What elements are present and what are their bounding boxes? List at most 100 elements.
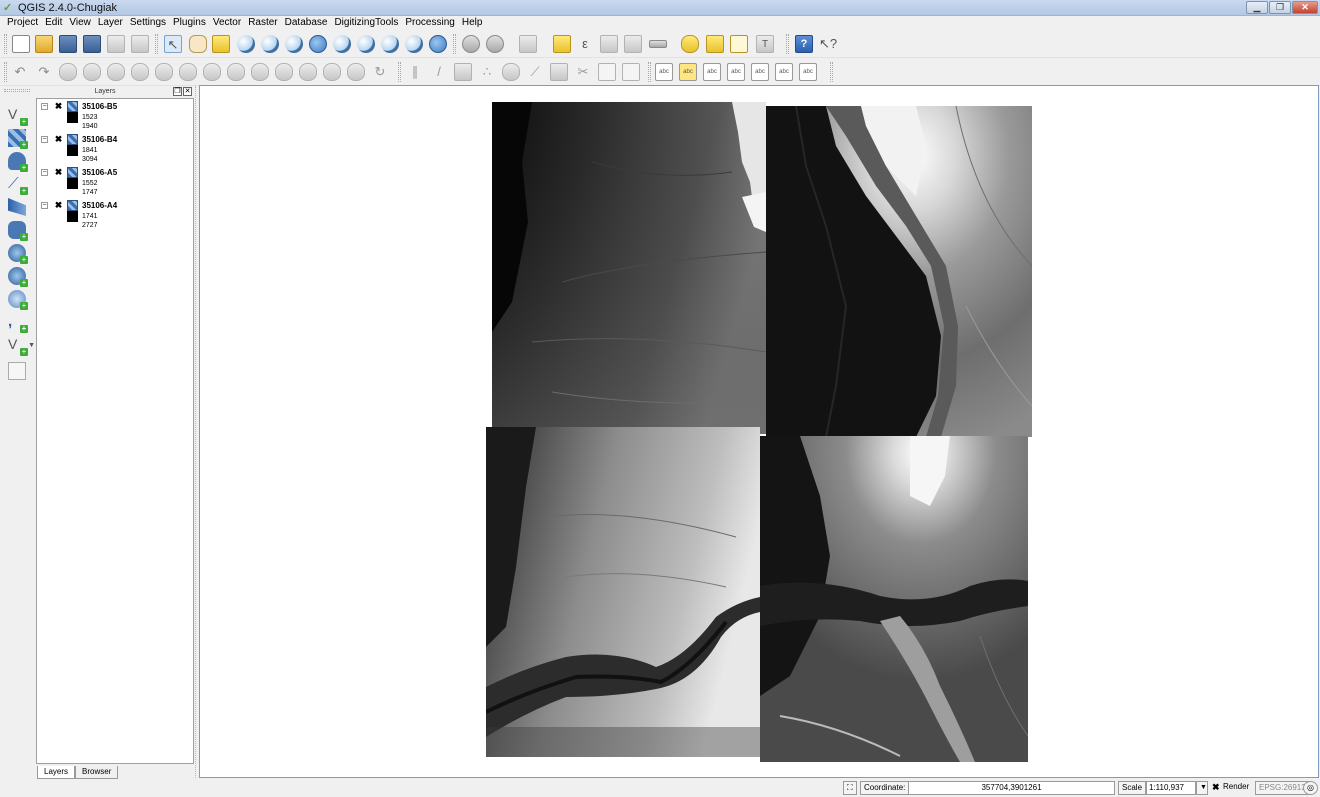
reshape-features-icon[interactable] (203, 63, 221, 81)
menu-digitizingtools[interactable]: DigitizingTools (331, 16, 402, 30)
collapse-icon[interactable]: − (41, 136, 48, 143)
zoom-full-icon[interactable] (309, 35, 327, 53)
layer-visibility-checkbox[interactable]: ✖ (54, 135, 63, 144)
menu-settings[interactable]: Settings (127, 16, 170, 30)
rotate-feature-icon[interactable]: ↻ (371, 63, 389, 81)
move-feature-icon[interactable] (502, 63, 520, 81)
new-bookmark-icon[interactable] (706, 35, 724, 53)
add-virtual-layer-icon[interactable] (8, 362, 26, 380)
layer-visibility-checkbox[interactable]: ✖ (54, 102, 63, 111)
zoom-to-layer-icon[interactable] (357, 35, 375, 53)
menu-database[interactable]: Database (282, 16, 332, 30)
toggle-extents-icon[interactable]: ⛶ (843, 781, 857, 795)
current-edits-icon[interactable]: ∥ (406, 63, 424, 81)
deselect-icon[interactable] (553, 35, 571, 53)
save-layer-edits-icon[interactable] (454, 63, 472, 81)
pan-to-selection-icon[interactable] (212, 35, 230, 53)
touch-zoom-icon[interactable]: ↖ (164, 35, 182, 53)
close-button[interactable]: ✕ (1292, 1, 1318, 14)
zoom-last-icon[interactable] (381, 35, 399, 53)
add-delimited-text-icon[interactable]: , + (8, 313, 28, 333)
menu-help[interactable]: Help (459, 16, 487, 30)
collapse-icon[interactable]: − (41, 169, 48, 176)
toolbar-grip[interactable] (155, 34, 158, 54)
label-settings-icon[interactable]: abc (679, 63, 697, 81)
zoom-actual-size-icon[interactable] (285, 35, 303, 53)
menu-vector[interactable]: Vector (210, 16, 245, 30)
new-project-icon[interactable] (12, 35, 30, 53)
attribute-table-icon[interactable] (600, 35, 618, 53)
map-tips-icon[interactable] (681, 35, 699, 53)
merge-attributes-icon[interactable] (323, 63, 341, 81)
toolbar-grip[interactable] (648, 62, 651, 82)
rotate-label-icon[interactable]: abc (775, 63, 793, 81)
save-as-icon[interactable] (83, 35, 101, 53)
new-print-composer-icon[interactable] (107, 35, 125, 53)
add-mssql-layer-icon[interactable] (8, 198, 26, 216)
minimize-button[interactable]: ▁ (1246, 1, 1268, 14)
copy-features-icon[interactable] (598, 63, 616, 81)
menu-layer[interactable]: Layer (95, 16, 127, 30)
text-annotation-icon[interactable]: T (756, 35, 774, 53)
layer-name[interactable]: 35106-A5 (82, 167, 117, 178)
fill-ring-icon[interactable] (131, 63, 149, 81)
rotate-symbols-icon[interactable] (347, 63, 365, 81)
zoom-to-selection-icon[interactable] (333, 35, 351, 53)
menu-view[interactable]: View (66, 16, 95, 30)
node-tool-icon[interactable]: ⟋ (526, 63, 544, 81)
zoom-out-icon[interactable] (261, 35, 279, 53)
tab-browser[interactable]: Browser (75, 766, 119, 779)
add-spatialite-layer-icon[interactable]: ⟋ + (8, 175, 28, 195)
simplify-feature-icon[interactable] (59, 63, 77, 81)
add-raster-layer-icon[interactable]: + (8, 129, 28, 149)
help-icon[interactable]: ? (795, 35, 813, 53)
coordinate-field[interactable]: 357704,3901261 (908, 781, 1115, 795)
toolbar-grip[interactable] (4, 89, 30, 92)
collapse-icon[interactable]: − (41, 202, 48, 209)
measure-icon[interactable] (649, 40, 667, 48)
toolbar-grip[interactable] (4, 62, 7, 82)
add-vector-layer-icon[interactable]: V + (8, 106, 28, 126)
add-ring-icon[interactable] (83, 63, 101, 81)
toggle-editing-icon[interactable]: / (430, 63, 448, 81)
select-region-icon[interactable] (519, 35, 537, 53)
menu-raster[interactable]: Raster (245, 16, 281, 30)
split-features-icon[interactable] (251, 63, 269, 81)
show-hide-labels-icon[interactable]: abc (727, 63, 745, 81)
restore-button[interactable]: ❐ (1269, 1, 1291, 14)
layer-visibility-checkbox[interactable]: ✖ (54, 201, 63, 210)
messages-icon[interactable]: ◎ (1303, 781, 1318, 795)
paste-features-icon[interactable] (622, 63, 640, 81)
split-parts-icon[interactable] (275, 63, 293, 81)
layer-labeling-icon[interactable]: abc (655, 63, 673, 81)
refresh-icon[interactable] (429, 35, 447, 53)
delete-part-icon[interactable] (179, 63, 197, 81)
add-part-icon[interactable] (107, 63, 125, 81)
toolbar-grip[interactable] (4, 34, 7, 54)
select-icon[interactable] (486, 35, 504, 53)
add-wms-layer-icon[interactable]: + (8, 244, 28, 264)
layer-name[interactable]: 35106-B4 (82, 134, 117, 145)
menu-plugins[interactable]: Plugins (170, 16, 210, 30)
layer-name[interactable]: 35106-A4 (82, 200, 117, 211)
menu-project[interactable]: Project (4, 16, 42, 30)
whats-this-icon[interactable]: ↖? (819, 35, 837, 53)
add-postgis-layer-icon[interactable]: + (8, 152, 28, 172)
menu-processing[interactable]: Processing (402, 16, 458, 30)
scale-combobox[interactable]: 1:110,937 (1146, 781, 1196, 795)
toolbar-grip[interactable] (786, 34, 789, 54)
save-project-icon[interactable] (59, 35, 77, 53)
add-wfs-layer-icon[interactable]: + (8, 290, 28, 310)
offset-curve-icon[interactable] (227, 63, 245, 81)
render-checkbox[interactable]: ✖ (1212, 781, 1220, 795)
scale-dropdown-icon[interactable]: ▼ (1196, 781, 1208, 795)
composer-manager-icon[interactable] (131, 35, 149, 53)
pan-icon[interactable] (189, 35, 207, 53)
delete-selected-icon[interactable] (550, 63, 568, 81)
change-label-icon[interactable]: abc (799, 63, 817, 81)
menu-edit[interactable]: Edit (42, 16, 66, 30)
new-vector-layer-icon[interactable]: V + ▼ (8, 336, 35, 356)
move-label-icon[interactable]: abc (751, 63, 769, 81)
tab-layers[interactable]: Layers (37, 766, 76, 779)
merge-features-icon[interactable] (299, 63, 317, 81)
